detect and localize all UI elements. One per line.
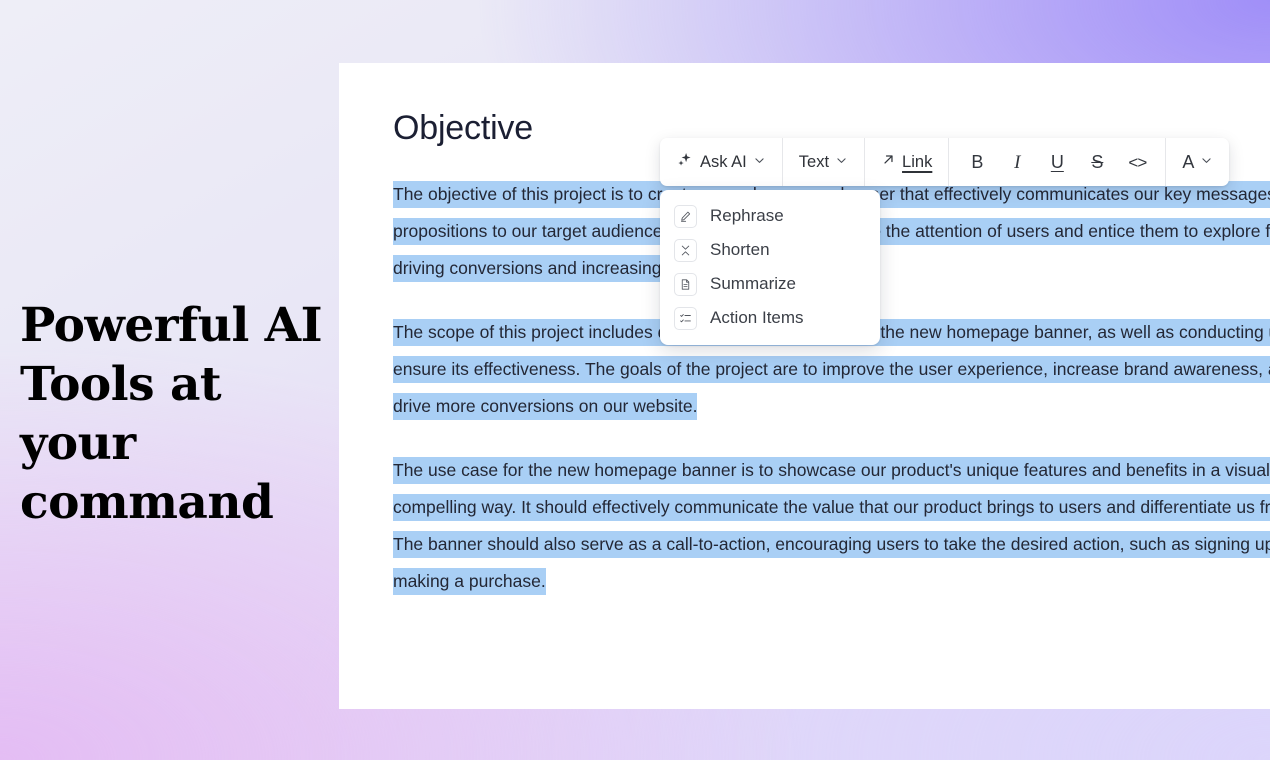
- toolbar-group-font-color: A: [1166, 138, 1229, 186]
- hero-title: Powerful AI Tools at your command: [20, 298, 323, 530]
- italic-button[interactable]: I: [1000, 145, 1034, 179]
- menu-item-shorten[interactable]: Shorten: [660, 233, 880, 267]
- link-button[interactable]: Link: [876, 145, 937, 179]
- menu-item-label: Summarize: [710, 274, 796, 293]
- chevron-down-icon: [1200, 153, 1213, 172]
- arrow-up-right-icon: [881, 152, 896, 172]
- document-paragraph-3[interactable]: The use case for the new homepage banner…: [393, 452, 1270, 600]
- ask-ai-label: Ask AI: [700, 152, 747, 171]
- menu-item-label: Action Items: [710, 308, 804, 327]
- menu-item-label: Shorten: [710, 240, 770, 259]
- chevron-down-icon: [753, 153, 766, 172]
- underline-icon: U: [1050, 152, 1064, 172]
- hero-section: Powerful AI Tools at your command: [20, 296, 350, 532]
- menu-item-action-items[interactable]: Action Items: [660, 301, 880, 335]
- italic-icon: I: [1014, 151, 1021, 173]
- checklist-icon: [674, 306, 697, 330]
- strikethrough-button[interactable]: S: [1080, 145, 1114, 179]
- shorten-arrows-icon: [674, 238, 697, 262]
- toolbar-group-inline-format: B I U S <>: [949, 138, 1167, 186]
- toolbar-group-link: Link: [865, 138, 950, 186]
- bold-button[interactable]: B: [960, 145, 994, 179]
- strikethrough-icon: S: [1091, 152, 1104, 172]
- chevron-down-icon: [835, 153, 848, 172]
- ask-ai-dropdown-menu: Rephrase Shorten Summarize Action Items: [660, 190, 880, 345]
- text-style-label: Text: [798, 152, 830, 171]
- toolbar-group-ask-ai: Ask AI: [660, 138, 783, 186]
- menu-item-summarize[interactable]: Summarize: [660, 267, 880, 301]
- bold-icon: B: [971, 152, 984, 172]
- highlighted-text: The use case for the new homepage banner…: [393, 457, 1270, 595]
- menu-item-label: Rephrase: [710, 206, 784, 225]
- font-color-icon: A: [1182, 152, 1195, 172]
- ask-ai-button[interactable]: Ask AI: [671, 145, 771, 179]
- toolbar-group-text-style: Text: [783, 138, 866, 186]
- document-icon: [674, 272, 697, 296]
- code-icon: <>: [1128, 152, 1147, 172]
- menu-item-rephrase[interactable]: Rephrase: [660, 199, 880, 233]
- text-style-dropdown[interactable]: Text: [794, 145, 853, 179]
- pencil-icon: [674, 204, 697, 228]
- formatting-toolbar: Ask AI Text Link B I U S <> A: [660, 138, 1230, 186]
- underline-button[interactable]: U: [1040, 145, 1074, 179]
- font-color-dropdown[interactable]: A: [1177, 145, 1218, 179]
- code-button[interactable]: <>: [1120, 145, 1154, 179]
- sparkle-icon: [676, 151, 694, 174]
- link-label: Link: [902, 152, 933, 171]
